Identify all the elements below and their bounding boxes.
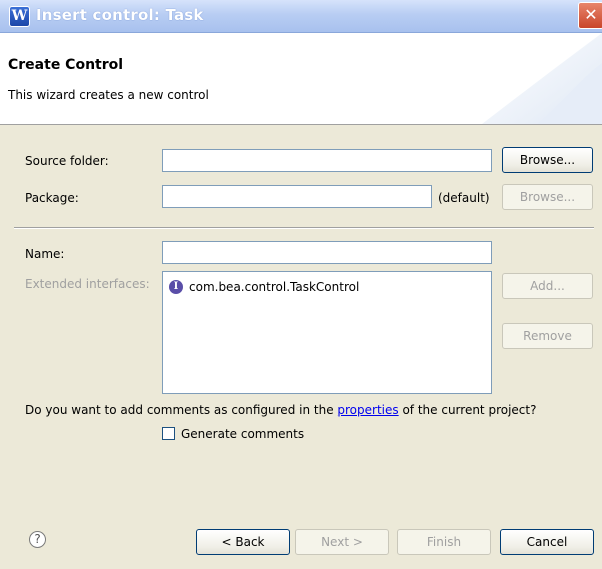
separator	[14, 227, 594, 229]
title-bar[interactable]: W Insert control: Task ✕	[0, 0, 602, 33]
source-folder-label: Source folder:	[25, 154, 109, 168]
next-button[interactable]: Next >	[295, 529, 389, 555]
close-button[interactable]: ✕	[578, 2, 602, 29]
package-default-hint: (default)	[438, 191, 490, 205]
wizard-header: Create Control This wizard creates a new…	[0, 33, 602, 125]
name-field[interactable]	[162, 241, 492, 264]
interface-icon: I	[169, 280, 183, 294]
source-folder-browse-button[interactable]: Browse...	[502, 147, 593, 173]
package-label: Package:	[25, 191, 79, 205]
header-decoration-graphic	[482, 33, 602, 124]
comments-question: Do you want to add comments as configure…	[25, 403, 536, 417]
name-label: Name:	[25, 247, 65, 261]
package-browse-button[interactable]: Browse...	[502, 184, 593, 210]
properties-link[interactable]: properties	[337, 403, 398, 417]
help-icon[interactable]: ?	[29, 531, 46, 548]
list-item[interactable]: I com.bea.control.TaskControl	[169, 278, 359, 296]
extended-interfaces-list[interactable]: I com.bea.control.TaskControl	[162, 271, 492, 394]
back-button[interactable]: < Back	[196, 529, 290, 555]
finish-button[interactable]: Finish	[397, 529, 491, 555]
generate-comments-checkbox[interactable]	[162, 427, 175, 440]
page-title: Create Control	[8, 57, 124, 73]
page-description: This wizard creates a new control	[8, 88, 209, 102]
generate-comments-label[interactable]: Generate comments	[181, 427, 304, 441]
interface-name: com.bea.control.TaskControl	[189, 280, 360, 294]
source-folder-field[interactable]	[162, 149, 492, 172]
remove-interface-button[interactable]: Remove	[502, 323, 593, 349]
comments-question-after: of the current project?	[398, 403, 537, 417]
eclipse-w-icon: W	[9, 6, 30, 27]
extended-interfaces-label: Extended interfaces:	[25, 277, 150, 291]
cancel-button[interactable]: Cancel	[500, 529, 594, 555]
add-interface-button[interactable]: Add...	[502, 273, 593, 299]
package-field[interactable]	[162, 185, 432, 208]
window-title: Insert control: Task	[36, 6, 204, 24]
comments-question-before: Do you want to add comments as configure…	[25, 403, 338, 417]
